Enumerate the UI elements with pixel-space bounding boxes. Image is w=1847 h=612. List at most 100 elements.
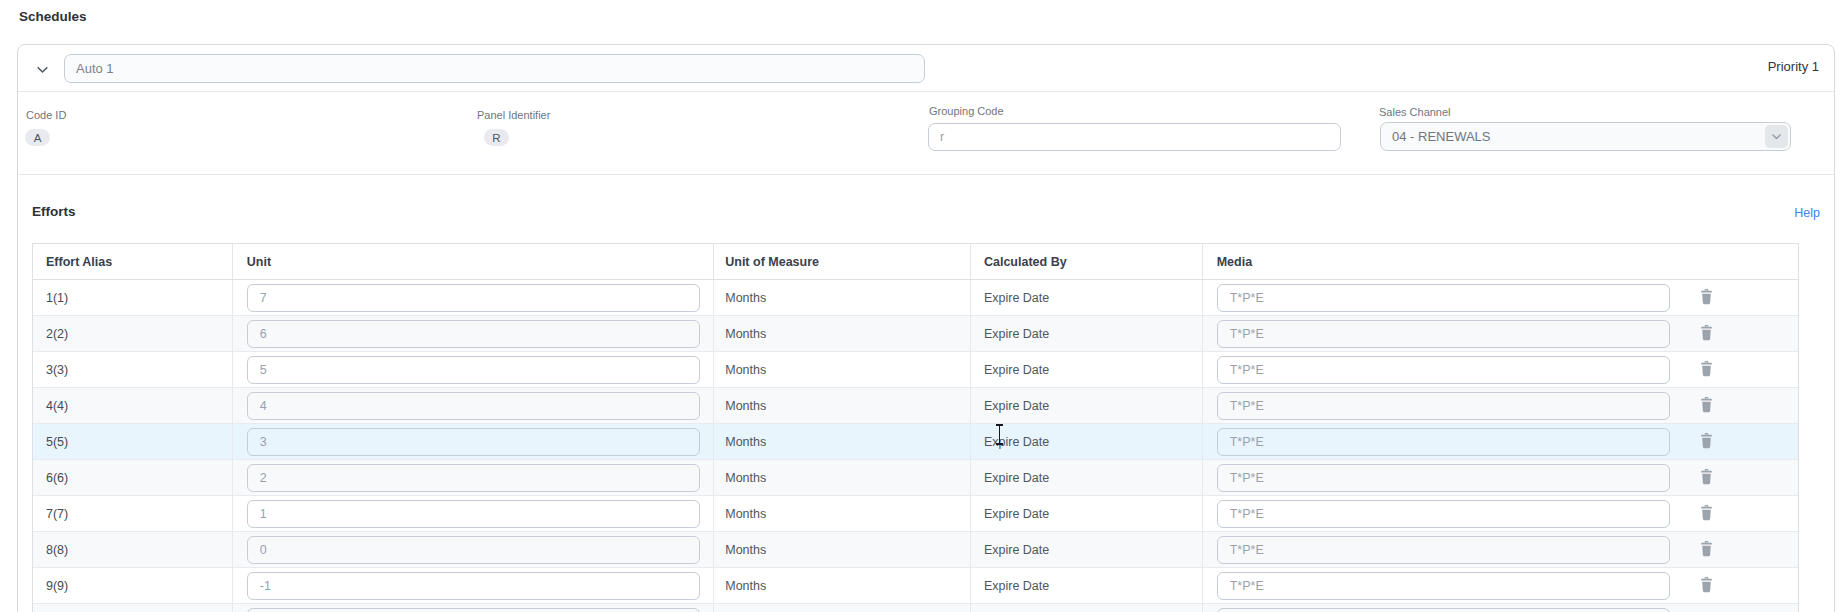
effort-alias-cell — [33, 604, 233, 612]
unit-input[interactable] — [247, 428, 700, 456]
unit-of-measure-cell: Months — [714, 424, 971, 459]
effort-alias-cell: 7(7) — [33, 496, 233, 531]
unit-input[interactable] — [247, 536, 700, 564]
efforts-title: Efforts — [32, 204, 76, 219]
schedule-card-header: Priority 1 — [18, 45, 1834, 92]
calculated-by-cell: Expire Date — [971, 532, 1203, 567]
sales-channel-label: Sales Channel — [1379, 106, 1451, 118]
media-input[interactable] — [1217, 500, 1670, 528]
unit-cell — [233, 496, 714, 531]
schedule-card: Priority 1 Code ID A Panel Identifier R … — [17, 44, 1835, 612]
unit-of-measure-cell: Months — [714, 568, 971, 603]
unit-cell — [233, 532, 714, 567]
trash-icon — [1700, 365, 1713, 380]
unit-input[interactable] — [247, 356, 700, 384]
unit-of-measure-cell: Months — [714, 460, 971, 495]
media-cell — [1203, 388, 1798, 423]
effort-alias-cell: 6(6) — [33, 460, 233, 495]
effort-alias-cell: 3(3) — [33, 352, 233, 387]
column-header-unit: Unit — [233, 244, 714, 279]
unit-input[interactable] — [247, 320, 700, 348]
panel-identifier-badge: R — [484, 129, 509, 146]
calculated-by-cell: Expire Date — [971, 352, 1203, 387]
code-id-label: Code ID — [26, 109, 66, 121]
delete-row-button[interactable] — [1699, 504, 1715, 524]
unit-input[interactable] — [247, 464, 700, 492]
media-cell — [1203, 424, 1798, 459]
table-row: 9(9) Months Expire Date — [33, 568, 1798, 604]
unit-of-measure-cell: Months — [714, 352, 971, 387]
efforts-table-header: Effort Alias Unit Unit of Measure Calcul… — [33, 244, 1798, 280]
unit-of-measure-cell: Months — [714, 316, 971, 351]
media-input[interactable] — [1217, 464, 1670, 492]
panel-identifier-label: Panel Identifier — [477, 109, 550, 121]
delete-row-button[interactable] — [1699, 576, 1715, 596]
calculated-by-cell: Expire Date — [971, 460, 1203, 495]
efforts-table-body: 1(1) Months Expire Date 2( — [33, 280, 1798, 612]
unit-cell — [233, 316, 714, 351]
delete-row-button[interactable] — [1699, 324, 1715, 344]
table-row: 5(5) Months Expire Date — [33, 424, 1798, 460]
media-cell — [1203, 532, 1798, 567]
unit-input[interactable] — [247, 284, 700, 312]
column-header-effort-alias: Effort Alias — [33, 244, 233, 279]
grouping-code-input[interactable] — [928, 123, 1341, 151]
unit-cell — [233, 460, 714, 495]
media-cell — [1203, 604, 1798, 612]
media-cell — [1203, 352, 1798, 387]
trash-icon — [1700, 293, 1713, 308]
media-input[interactable] — [1217, 356, 1670, 384]
table-row: 3(3) Months Expire Date — [33, 352, 1798, 388]
media-input[interactable] — [1217, 392, 1670, 420]
help-link[interactable]: Help — [1794, 206, 1820, 220]
effort-alias-cell: 4(4) — [33, 388, 233, 423]
unit-of-measure-cell: Months — [714, 280, 971, 315]
calculated-by-cell: Expire Date — [971, 424, 1203, 459]
table-row: 1(1) Months Expire Date — [33, 280, 1798, 316]
delete-row-button[interactable] — [1699, 288, 1715, 308]
chevron-down-icon — [1765, 125, 1788, 148]
collapse-toggle-button[interactable] — [35, 61, 51, 77]
unit-input[interactable] — [247, 608, 700, 612]
sales-channel-select[interactable]: 04 - RENEWALS — [1380, 122, 1791, 151]
chevron-down-icon — [35, 62, 51, 77]
media-input[interactable] — [1217, 608, 1670, 612]
media-input[interactable] — [1217, 284, 1670, 312]
media-cell — [1203, 460, 1798, 495]
unit-of-measure-cell: Months — [714, 388, 971, 423]
unit-input[interactable] — [247, 572, 700, 600]
unit-cell — [233, 604, 714, 612]
table-row — [33, 604, 1798, 612]
unit-input[interactable] — [247, 392, 700, 420]
delete-row-button[interactable] — [1699, 432, 1715, 452]
efforts-table: Effort Alias Unit Unit of Measure Calcul… — [32, 243, 1799, 612]
sales-channel-value: 04 - RENEWALS — [1392, 129, 1491, 144]
media-input[interactable] — [1217, 428, 1670, 456]
trash-icon — [1700, 509, 1713, 524]
unit-cell — [233, 388, 714, 423]
text-cursor — [995, 424, 1004, 445]
media-input[interactable] — [1217, 536, 1670, 564]
delete-row-button[interactable] — [1699, 360, 1715, 380]
unit-cell — [233, 424, 714, 459]
media-input[interactable] — [1217, 320, 1670, 348]
grouping-code-label: Grouping Code — [929, 105, 1004, 117]
calculated-by-cell: Expire Date — [971, 568, 1203, 603]
priority-label: Priority 1 — [1768, 59, 1819, 74]
media-cell — [1203, 496, 1798, 531]
column-header-unit-of-measure: Unit of Measure — [714, 244, 971, 279]
media-cell — [1203, 568, 1798, 603]
calculated-by-cell: Expire Date — [971, 316, 1203, 351]
media-input[interactable] — [1217, 572, 1670, 600]
delete-row-button[interactable] — [1699, 468, 1715, 488]
schedule-name-input[interactable] — [64, 54, 925, 83]
delete-row-button[interactable] — [1699, 540, 1715, 560]
schedule-fields: Code ID A Panel Identifier R Grouping Co… — [18, 92, 1834, 175]
trash-icon — [1700, 437, 1713, 452]
unit-input[interactable] — [247, 500, 700, 528]
calculated-by-cell: Expire Date — [971, 280, 1203, 315]
table-row: 7(7) Months Expire Date — [33, 496, 1798, 532]
effort-alias-cell: 1(1) — [33, 280, 233, 315]
delete-row-button[interactable] — [1699, 396, 1715, 416]
trash-icon — [1700, 329, 1713, 344]
